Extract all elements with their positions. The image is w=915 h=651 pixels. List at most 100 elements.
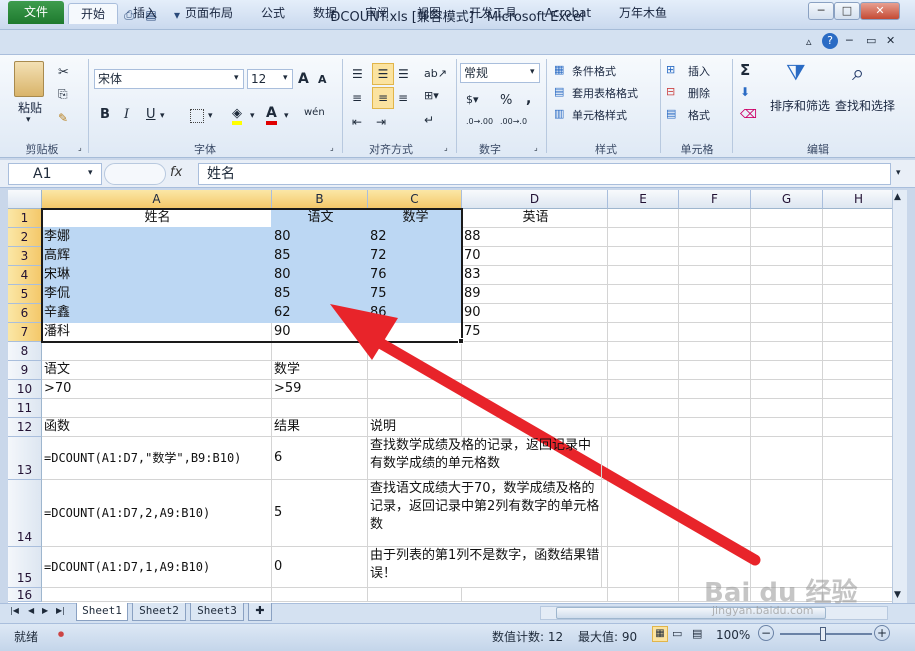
cell-e7[interactable] xyxy=(608,323,679,342)
zoom-slider-thumb[interactable] xyxy=(820,627,826,641)
row-header-3[interactable]: 3 xyxy=(8,247,42,266)
fill-color-dropdown-icon[interactable]: ▾ xyxy=(250,111,255,121)
cell-a2[interactable]: 李娜 xyxy=(42,228,272,247)
cell-g2[interactable] xyxy=(751,228,823,247)
cell-f13[interactable] xyxy=(679,437,751,480)
underline-button[interactable]: U xyxy=(146,107,156,122)
row-header-15[interactable]: 15 xyxy=(8,547,42,588)
clear-icon[interactable]: ⌫ xyxy=(740,107,757,121)
formula-input[interactable]: 姓名 xyxy=(198,163,891,185)
cell-g4[interactable] xyxy=(751,266,823,285)
cell-e2[interactable] xyxy=(608,228,679,247)
row-header-1[interactable]: 1 xyxy=(8,209,42,228)
next-sheet-icon[interactable]: ▶ xyxy=(42,606,48,615)
conditional-format-icon[interactable]: ▦ xyxy=(554,63,564,76)
name-box-dropdown-icon[interactable]: ▾ xyxy=(88,168,93,178)
row-header-11[interactable]: 11 xyxy=(8,399,42,418)
cell-d11[interactable] xyxy=(462,399,608,418)
last-sheet-icon[interactable]: ▶| xyxy=(56,606,65,615)
cell-c9[interactable] xyxy=(368,361,462,380)
row-header-7[interactable]: 7 xyxy=(8,323,42,342)
cell-a14[interactable]: =DCOUNT(A1:D7,2,A9:B10) xyxy=(42,480,272,547)
cell-d8[interactable] xyxy=(462,342,608,361)
zoom-slider[interactable] xyxy=(780,633,872,635)
borders-icon[interactable] xyxy=(190,109,204,123)
maximize-button[interactable]: □ xyxy=(834,2,860,20)
cell-h3[interactable] xyxy=(823,247,892,266)
cell-b16[interactable] xyxy=(272,588,368,602)
expand-formula-bar-icon[interactable]: ▾ xyxy=(896,168,901,178)
align-bottom-icon[interactable]: ☰ xyxy=(398,67,409,81)
column-header-e[interactable]: E xyxy=(608,190,679,209)
cell-f7[interactable] xyxy=(679,323,751,342)
cell-b3[interactable]: 85 xyxy=(272,247,368,266)
align-right-icon[interactable]: ≡ xyxy=(398,91,408,105)
tab-view[interactable]: 视图 xyxy=(408,3,450,24)
tab-wannian[interactable]: 万年木鱼 xyxy=(612,3,674,24)
cell-a15[interactable]: =DCOUNT(A1:D7,1,A9:B10) xyxy=(42,547,272,588)
cell-d2[interactable]: 88 xyxy=(462,228,608,247)
font-name-dropdown-icon[interactable]: ▾ xyxy=(234,73,239,83)
cell-d7[interactable]: 75 xyxy=(462,323,608,342)
tab-insert[interactable]: 插入 xyxy=(124,3,166,24)
workbook-restore-icon[interactable]: ▭ xyxy=(866,34,876,47)
cell-e3[interactable] xyxy=(608,247,679,266)
cell-b2[interactable]: 80 xyxy=(272,228,368,247)
format-cells-icon[interactable]: ▤ xyxy=(666,107,676,120)
cell-a5[interactable]: 李侃 xyxy=(42,285,272,304)
font-name-select[interactable]: 宋体 xyxy=(94,69,244,89)
cell-b10[interactable]: >59 xyxy=(272,380,368,399)
row-header-5[interactable]: 5 xyxy=(8,285,42,304)
cell-b9[interactable]: 数学 xyxy=(272,361,368,380)
autosum-icon[interactable]: Σ xyxy=(740,61,750,79)
cell-e16[interactable] xyxy=(608,588,679,602)
italic-button[interactable]: I xyxy=(124,107,129,122)
cell-b15[interactable]: 0 xyxy=(272,547,368,588)
number-format-dropdown-icon[interactable]: ▾ xyxy=(530,67,535,77)
wrap-text-icon[interactable]: ↵ xyxy=(424,113,434,127)
cell-f12[interactable] xyxy=(679,418,751,437)
delete-cells-button[interactable]: 删除 xyxy=(688,85,710,101)
cell-a16[interactable] xyxy=(42,588,272,602)
page-layout-view-icon[interactable]: ▭ xyxy=(672,627,682,640)
tab-review[interactable]: 审阅 xyxy=(356,3,398,24)
column-header-a[interactable]: A xyxy=(42,190,272,209)
cell-c11[interactable] xyxy=(368,399,462,418)
cell-e4[interactable] xyxy=(608,266,679,285)
cell-g9[interactable] xyxy=(751,361,823,380)
cell-a1[interactable]: 姓名 xyxy=(42,209,272,228)
cell-d4[interactable]: 83 xyxy=(462,266,608,285)
grow-font-icon[interactable]: A xyxy=(298,71,309,87)
row-header-16[interactable]: 16 xyxy=(8,588,42,602)
column-header-f[interactable]: F xyxy=(679,190,751,209)
column-header-h[interactable]: H xyxy=(823,190,892,209)
delete-cells-icon[interactable]: ⊟ xyxy=(666,85,675,98)
number-format-select[interactable]: 常规 xyxy=(460,63,540,83)
zoom-out-icon[interactable]: − xyxy=(758,625,774,641)
tab-file[interactable]: 文件 xyxy=(8,1,64,24)
cell-e15[interactable] xyxy=(608,547,679,588)
cell-b4[interactable]: 80 xyxy=(272,266,368,285)
row-header-2[interactable]: 2 xyxy=(8,228,42,247)
tab-acrobat[interactable]: Acrobat xyxy=(538,3,598,24)
cell-b14[interactable]: 5 xyxy=(272,480,368,547)
cell-a7[interactable]: 潘科 xyxy=(42,323,272,342)
cell-b8[interactable] xyxy=(272,342,368,361)
cell-g13[interactable] xyxy=(751,437,823,480)
cell-a13[interactable]: =DCOUNT(A1:D7,"数学",B9:B10) xyxy=(42,437,272,480)
cell-f9[interactable] xyxy=(679,361,751,380)
sheet-tab-sheet1[interactable]: Sheet1 xyxy=(76,603,128,621)
zoom-in-icon[interactable]: + xyxy=(874,625,890,641)
cell-a12[interactable]: 函数 xyxy=(42,418,272,437)
insert-cells-button[interactable]: 插入 xyxy=(688,63,710,79)
fill-icon[interactable]: ⬇ xyxy=(740,85,750,99)
alignment-launcher-icon[interactable]: ⌟ xyxy=(444,143,448,152)
shrink-font-icon[interactable]: A xyxy=(318,73,327,86)
cell-h8[interactable] xyxy=(823,342,892,361)
font-color-dropdown-icon[interactable]: ▾ xyxy=(284,111,289,121)
minimize-button[interactable]: ─ xyxy=(808,2,834,20)
row-header-12[interactable]: 12 xyxy=(8,418,42,437)
cell-b11[interactable] xyxy=(272,399,368,418)
cell-a3[interactable]: 高辉 xyxy=(42,247,272,266)
first-sheet-icon[interactable]: |◀ xyxy=(10,606,19,615)
